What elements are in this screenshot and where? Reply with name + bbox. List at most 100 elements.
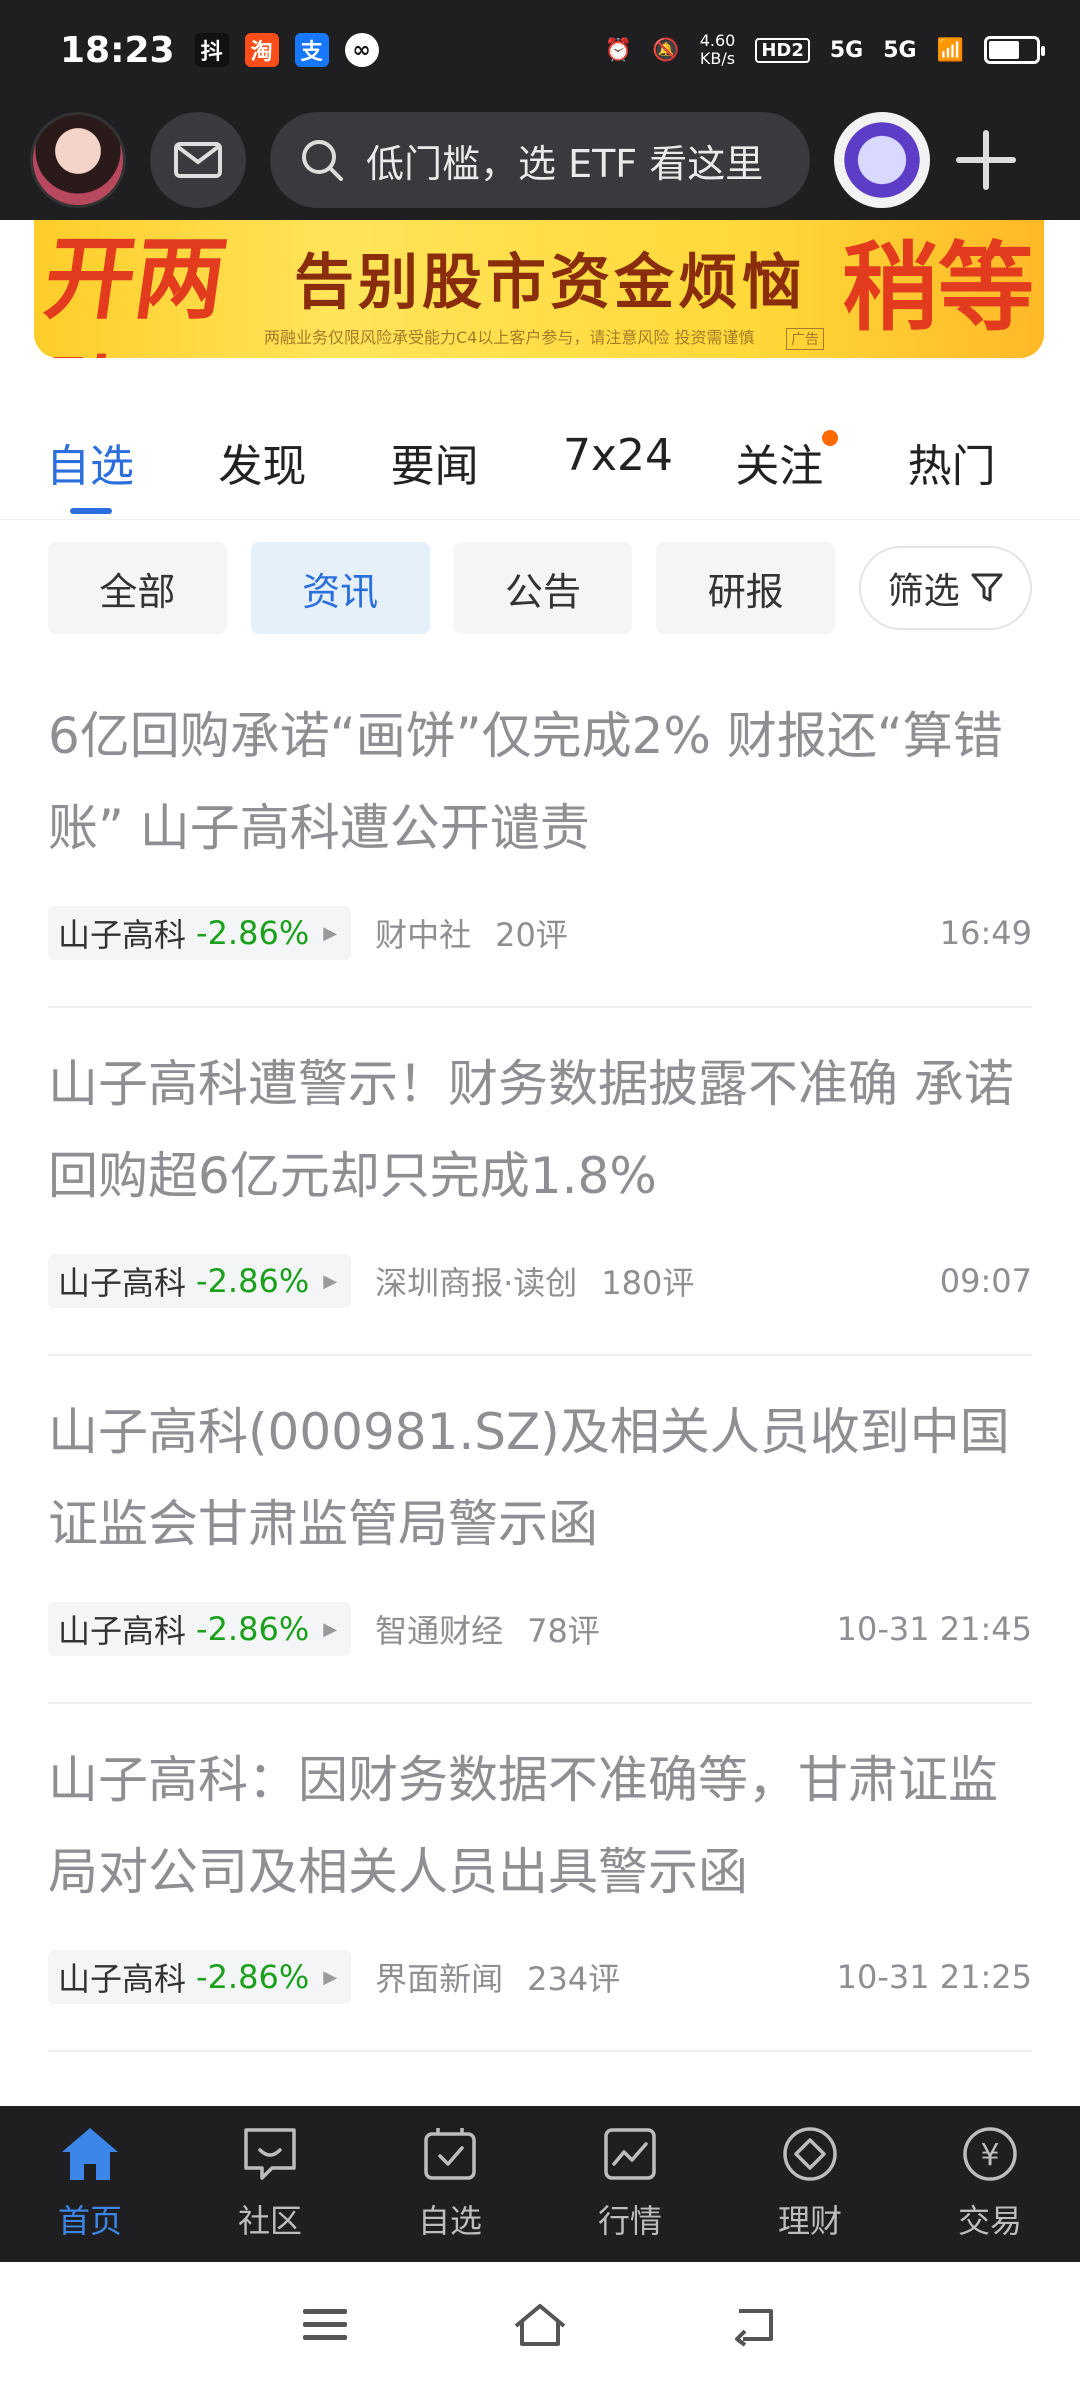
article-source: 财中社 (375, 916, 472, 954)
tab-follow-label: 关注 (735, 441, 824, 492)
stock-change: -2.86% (196, 1958, 310, 1996)
promo-banner[interactable]: 开两融 告别股市资金烦恼 稍等 两融业务仅限风险承受能力C4以上客户参与，请注意… (34, 220, 1044, 358)
tab-discover[interactable]: 发现 (218, 400, 390, 519)
tiktok-icon: 抖 (194, 33, 229, 67)
comment-count: 180评 (601, 1264, 695, 1302)
search-input[interactable]: 低门槛，选 ETF 看这里 (270, 112, 810, 208)
article-item[interactable]: 山子高科：因财务数据不准确等，甘肃证监局对公司及相关人员出具警示函 山子高科 -… (48, 1704, 1032, 2052)
home-icon (58, 2122, 122, 2186)
comment-count: 20评 (495, 916, 568, 954)
article-headline[interactable]: 6亿回购承诺“画饼”仅完成2% 财报还“算错账” 山子高科遭公开谴责 (48, 690, 1032, 874)
hd-icon: HD2 (755, 37, 810, 63)
filter-label: 筛选 (887, 571, 960, 612)
article-headline[interactable]: 山子高科(000981.SZ)及相关人员收到中国证监会甘肃监管局警示函 (48, 1386, 1032, 1570)
article-meta: 山子高科 -2.86% ▶ 财中社 20评 16:49 (48, 906, 1032, 960)
stock-tag[interactable]: 山子高科 -2.86% ▶ (48, 1950, 352, 2004)
chip-all[interactable]: 全部 (48, 542, 227, 634)
banner-right-text: 稍等 (842, 232, 1034, 344)
status-time: 18:23 (60, 29, 175, 71)
net-speed: 4.60 KB/s (700, 32, 736, 68)
svg-text:¥: ¥ (980, 2138, 999, 2173)
nav-trade[interactable]: ¥ 交易 (900, 2106, 1080, 2262)
tab-watchlist[interactable]: 自选 (46, 400, 218, 519)
avatar[interactable] (30, 112, 126, 208)
banner-disclaimer: 两融业务仅限风险承受能力C4以上客户参与，请注意风险 投资需谨慎 (264, 328, 755, 347)
tab-follow[interactable]: 关注 (735, 400, 907, 519)
back-icon[interactable] (729, 2303, 781, 2347)
signal-5g-icon: 5G (829, 37, 864, 63)
chip-news[interactable]: 资讯 (250, 542, 430, 634)
wealth-icon (778, 2122, 842, 2186)
community-icon (238, 2122, 302, 2186)
article-source: 深圳商报·读创 (375, 1264, 578, 1302)
article-source: 智通财经 (375, 1612, 504, 1650)
home-button-icon[interactable] (510, 2300, 570, 2350)
search-row: 低门槛，选 ETF 看这里 (0, 100, 1080, 220)
stock-name: 山子高科 (58, 1264, 187, 1302)
mail-button[interactable] (150, 112, 246, 208)
mute-icon: 🔕 (652, 37, 680, 63)
nav-wealth[interactable]: 理财 (720, 2106, 900, 2262)
stock-change: -2.86% (196, 1610, 310, 1648)
mail-icon (174, 142, 222, 178)
stock-tag[interactable]: 山子高科 -2.86% ▶ (48, 906, 352, 960)
article-time: 10-31 21:25 (836, 1958, 1032, 1996)
notification-dot (821, 430, 838, 446)
menu-icon[interactable] (299, 2305, 351, 2345)
article-headline[interactable]: 山子高科：因财务数据不准确等，甘肃证监局对公司及相关人员出具警示函 (48, 1734, 1032, 1918)
triangle-right-icon: ▶ (323, 1618, 338, 1640)
article-source: 界面新闻 (375, 1960, 504, 1998)
nav-watchlist[interactable]: 自选 (360, 2106, 540, 2262)
bottom-nav: 首页 社区 自选 行情 理财 ¥ 交易 (0, 2106, 1080, 2262)
triangle-right-icon: ▶ (323, 1966, 338, 1988)
nav-community[interactable]: 社区 (180, 2106, 360, 2262)
article-time: 09:07 (939, 1262, 1032, 1300)
status-app-icons: 抖 淘 支 ∞ (194, 33, 379, 67)
alarm-icon: ⏰ (604, 37, 633, 63)
comment-count: 78评 (527, 1612, 600, 1650)
stock-name: 山子高科 (58, 1612, 187, 1650)
taobao-icon: 淘 (244, 33, 279, 67)
article-time: 10-31 21:45 (836, 1610, 1032, 1648)
chip-announcement[interactable]: 公告 (453, 542, 633, 634)
filter-button[interactable]: 筛选 (859, 546, 1032, 630)
tab-7x24[interactable]: 7x24 (563, 400, 735, 519)
stock-tag[interactable]: 山子高科 -2.86% ▶ (48, 1254, 352, 1308)
article-item[interactable]: 6亿回购承诺“画饼”仅完成2% 财报还“算错账” 山子高科遭公开谴责 山子高科 … (48, 660, 1032, 1008)
status-bar: 18:23 抖 淘 支 ∞ ⏰ 🔕 4.60 KB/s HD2 5G 5G 📶 (0, 0, 1080, 100)
banner-left-text: 开两融 (34, 227, 233, 358)
status-right: ⏰ 🔕 4.60 KB/s HD2 5G 5G 📶 (604, 32, 1045, 68)
article-item[interactable]: 山子高科(000981.SZ)及相关人员收到中国证监会甘肃监管局警示函 山子高科… (48, 1356, 1032, 1704)
chip-research[interactable]: 研报 (656, 542, 836, 634)
tab-headlines[interactable]: 要闻 (391, 400, 563, 519)
stock-name: 山子高科 (58, 1960, 187, 1998)
triangle-right-icon: ▶ (323, 1270, 338, 1292)
article-time: 16:49 (939, 914, 1032, 952)
article-meta: 山子高科 -2.86% ▶ 智通财经 78评 10-31 21:45 (48, 1602, 1032, 1656)
plus-icon[interactable] (946, 120, 1026, 200)
comment-count: 234评 (527, 1960, 621, 1998)
nav-market[interactable]: 行情 (540, 2106, 720, 2262)
tab-hot[interactable]: 热门 (908, 400, 1080, 519)
article-item[interactable]: 山子高科遭警示！财务数据披露不准确 承诺回购超6亿元却只完成1.8% 山子高科 … (48, 1008, 1032, 1356)
ad-tag: 广告 (786, 328, 824, 350)
loop-app-icon: ∞ (344, 33, 379, 67)
wifi-icon: 📶 (936, 37, 964, 63)
search-icon (302, 140, 343, 181)
stock-tag[interactable]: 山子高科 -2.86% ▶ (48, 1602, 352, 1656)
stock-change: -2.86% (196, 1262, 310, 1300)
trade-icon: ¥ (958, 2122, 1022, 2186)
robot-assistant-icon[interactable] (834, 112, 930, 208)
stock-name: 山子高科 (58, 916, 187, 954)
article-headline[interactable]: 山子高科遭警示！财务数据披露不准确 承诺回购超6亿元却只完成1.8% (48, 1038, 1032, 1222)
nav-home[interactable]: 首页 (0, 2106, 180, 2262)
filter-icon (971, 573, 1003, 602)
alipay-icon: 支 (294, 33, 329, 67)
nav-wealth-label: 理财 (777, 2202, 842, 2240)
nav-home-label: 首页 (57, 2202, 122, 2240)
article-meta: 山子高科 -2.86% ▶ 深圳商报·读创 180评 09:07 (48, 1254, 1032, 1308)
filter-chips: 全部 资讯 公告 研报 筛选 (48, 542, 1032, 634)
banner-main-text: 告别股市资金烦恼 (294, 248, 806, 318)
net-speed-value: 4.60 (699, 31, 736, 50)
stock-change: -2.86% (196, 914, 310, 952)
